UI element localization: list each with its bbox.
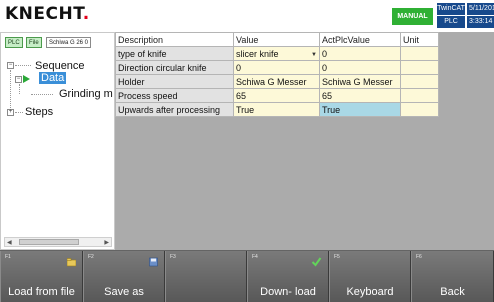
parameter-grid-area: Description Value ActPlcValue Unit type … xyxy=(115,32,494,250)
parameter-table: Description Value ActPlcValue Unit type … xyxy=(115,32,439,117)
value-text: slicer knife xyxy=(236,48,279,59)
fkey-number: F1 xyxy=(5,254,11,260)
horizontal-scrollbar[interactable]: ◀ ▶ xyxy=(4,237,112,247)
collapse-data-icon[interactable]: − xyxy=(15,76,22,83)
table-row: Process speed 65 65 xyxy=(115,88,439,103)
fkey-number: F4 xyxy=(252,254,258,260)
mode-badge: MANUAL xyxy=(392,8,433,25)
empty-function-key[interactable]: F3 xyxy=(165,251,247,302)
fkey-label: Back xyxy=(440,286,465,298)
tree-node-grinding[interactable]: Grinding m xyxy=(59,88,113,100)
value-dropdown[interactable]: slicer knife ▼ xyxy=(233,46,320,61)
plc-status: PLC xyxy=(437,16,465,28)
table-row: Direction circular knife 0 0 xyxy=(115,60,439,75)
tree-connector xyxy=(15,65,31,66)
value-cell[interactable]: Schiwa G Messer xyxy=(233,74,320,89)
unit-cell xyxy=(400,88,439,103)
back-button[interactable]: F6 Back xyxy=(411,251,494,302)
scroll-left-icon[interactable]: ◀ xyxy=(7,239,12,246)
column-header-unit[interactable]: Unit xyxy=(400,32,439,47)
twincat-status: TwinCAT xyxy=(437,3,465,15)
keyboard-button[interactable]: F5 Keyboard xyxy=(329,251,411,302)
tree-panel: PLC File Schiwa G 26 0 − Sequence − Data… xyxy=(0,32,115,250)
value-cell[interactable]: True xyxy=(233,102,320,117)
time-display: 3:33:14 PM xyxy=(467,16,494,28)
value-cell[interactable]: 0 xyxy=(233,60,320,75)
tree-connector xyxy=(19,84,20,94)
plc-tag[interactable]: PLC xyxy=(5,37,23,48)
unit-cell xyxy=(400,74,439,89)
function-key-bar: F1 Load from file F2 Save as F3 F4 Down-… xyxy=(0,250,494,302)
description-cell: type of knife xyxy=(115,46,234,61)
table-row: type of knife slicer knife ▼ 0 xyxy=(115,46,439,61)
file-tag[interactable]: File xyxy=(26,37,42,48)
tree-connector xyxy=(15,112,23,113)
load-from-file-button[interactable]: F1 Load from file xyxy=(0,251,83,302)
scroll-right-icon[interactable]: ▶ xyxy=(104,239,109,246)
sequence-tree: − Sequence − Data Grinding m + Steps xyxy=(1,57,114,237)
actplcvalue-cell: 65 xyxy=(319,88,401,103)
table-row: Upwards after processing True True xyxy=(115,102,439,117)
tree-node-steps[interactable]: Steps xyxy=(25,106,53,118)
unit-cell xyxy=(400,46,439,61)
fkey-number: F5 xyxy=(334,254,340,260)
description-cell: Direction circular knife xyxy=(115,60,234,75)
table-header-row: Description Value ActPlcValue Unit xyxy=(115,32,439,47)
download-button[interactable]: F4 Down- load xyxy=(247,251,329,302)
value-cell[interactable]: 65 xyxy=(233,88,320,103)
table-row: Holder Schiwa G Messer Schiwa G Messer xyxy=(115,74,439,89)
machine-tag: Schiwa G 26 0 xyxy=(46,37,92,48)
date-display: 5/11/2017 xyxy=(467,3,494,15)
collapse-sequence-icon[interactable]: − xyxy=(7,62,14,69)
unit-cell xyxy=(400,102,439,117)
column-header-value[interactable]: Value xyxy=(233,32,320,47)
description-cell: Holder xyxy=(115,74,234,89)
actplcvalue-cell: 0 xyxy=(319,60,401,75)
fkey-number: F3 xyxy=(170,254,176,260)
fkey-label: Load from file xyxy=(8,286,75,298)
tree-connector xyxy=(31,94,53,95)
tree-node-data[interactable]: Data xyxy=(39,72,67,84)
knecht-logo: KNECHT. xyxy=(5,4,90,24)
actplcvalue-cell: 0 xyxy=(319,46,401,61)
save-icon xyxy=(149,257,158,267)
tree-node-sequence[interactable]: Sequence xyxy=(35,60,85,72)
tree-connector xyxy=(10,70,11,112)
fkey-number: F2 xyxy=(88,254,94,260)
column-header-actplcvalue[interactable]: ActPlcValue xyxy=(319,32,401,47)
description-cell: Process speed xyxy=(115,88,234,103)
actplcvalue-cell-selected[interactable]: True xyxy=(319,102,401,117)
folder-icon xyxy=(67,258,76,267)
unit-cell xyxy=(400,60,439,75)
header-bar: KNECHT. MANUAL TwinCAT PLC 5/11/2017 3:3… xyxy=(0,0,494,30)
column-header-description[interactable]: Description xyxy=(115,32,234,47)
fkey-number: F6 xyxy=(416,254,422,260)
check-icon xyxy=(311,257,322,267)
current-step-arrow-icon xyxy=(23,75,30,83)
dropdown-arrow-icon[interactable]: ▼ xyxy=(311,52,317,58)
fkey-label: Down- load xyxy=(260,286,316,298)
save-as-button[interactable]: F2 Save as xyxy=(83,251,165,302)
expand-steps-icon[interactable]: + xyxy=(7,109,14,116)
description-cell: Upwards after processing xyxy=(115,102,234,117)
scrollbar-thumb[interactable] xyxy=(19,239,79,245)
fkey-label: Save as xyxy=(104,286,144,298)
actplcvalue-cell: Schiwa G Messer xyxy=(319,74,401,89)
fkey-label: Keyboard xyxy=(346,286,394,298)
